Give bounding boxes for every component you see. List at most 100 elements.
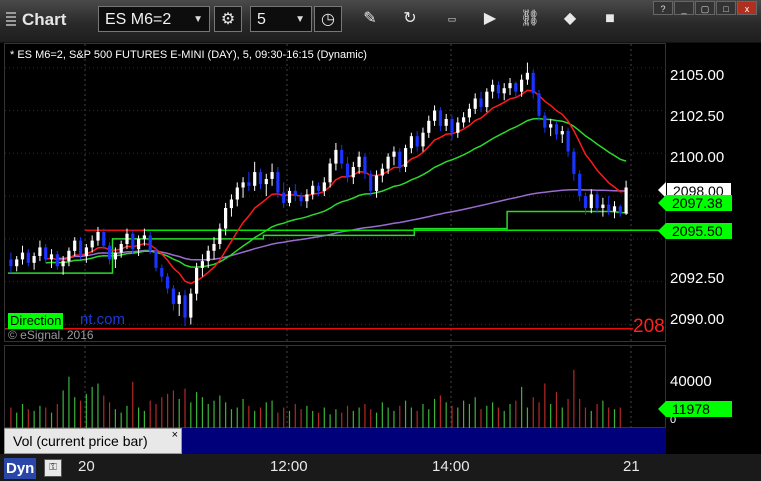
- candle-body: [380, 168, 384, 176]
- level-price-tag: 2095.50: [666, 223, 732, 239]
- candle-body: [444, 119, 448, 126]
- candle-body: [299, 196, 303, 202]
- tag-button[interactable]: ◆: [556, 6, 584, 32]
- candle-body: [282, 192, 286, 203]
- candle-body: [20, 252, 25, 260]
- close-button[interactable]: x: [737, 1, 757, 15]
- maximize-icon: □: [723, 4, 729, 14]
- candle-body: [224, 208, 228, 229]
- candle-body: [258, 172, 263, 185]
- candle-body: [61, 261, 65, 267]
- chart-window: Chart ES M6=2 ▼ ⚙ 5 ▼ ◷ ✎ ↻ ▭ ▶ ⛓ ◆ ■ ? …: [0, 0, 761, 481]
- volume-study-label[interactable]: Vol (current price bar) ×: [4, 428, 182, 454]
- time-axis[interactable]: [0, 454, 761, 481]
- candle-body: [345, 163, 350, 178]
- pencil-icon: ✎: [363, 10, 377, 27]
- candle-body: [119, 244, 123, 253]
- candle-body: [67, 250, 71, 262]
- clock-icon: ◷: [321, 11, 335, 28]
- draw-button[interactable]: ✎: [356, 6, 384, 32]
- time-tick-label: 21: [623, 458, 640, 475]
- ma-price-arrow-icon: [658, 195, 666, 211]
- candle-body: [549, 124, 553, 128]
- play-button[interactable]: ▶: [476, 6, 504, 32]
- get-button[interactable]: ▭: [438, 6, 466, 32]
- time-tick-label: 12:00: [270, 458, 308, 475]
- volume-panel[interactable]: [4, 345, 667, 429]
- chart-description: * ES M6=2, S&P 500 FUTURES E-MINI (DAY),…: [10, 49, 367, 61]
- candle-body: [102, 232, 106, 246]
- candle-body: [537, 93, 541, 116]
- interval-dropdown[interactable]: 5 ▼: [250, 6, 312, 32]
- candle-body: [142, 235, 146, 239]
- lock-icon[interactable]: ⚿: [44, 459, 62, 477]
- window-title-text: Chart: [22, 10, 67, 29]
- price-panel[interactable]: [4, 43, 667, 343]
- candle-body: [415, 136, 419, 147]
- candle-body: [200, 261, 204, 268]
- play-icon: ▶: [483, 10, 497, 27]
- minimize-button[interactable]: _: [674, 1, 694, 15]
- maximize-button[interactable]: □: [716, 1, 736, 15]
- price-tick-label: 2102.50: [670, 108, 725, 125]
- minimize-icon: _: [681, 4, 687, 14]
- stepped-level-line: [8, 210, 629, 274]
- candle-body: [404, 148, 408, 167]
- candle-body: [229, 199, 233, 209]
- time-button[interactable]: ◷: [314, 6, 342, 32]
- candle-body: [491, 84, 495, 92]
- level-arrow-icon: [658, 223, 666, 239]
- candle-body: [427, 120, 431, 133]
- candle-body: [456, 122, 460, 133]
- link-icon: ⛓: [519, 10, 541, 27]
- candle-body: [131, 233, 135, 250]
- candle-body: [108, 245, 112, 260]
- candle-body: [578, 173, 582, 197]
- candle-body: [9, 259, 13, 267]
- candle-body: [49, 254, 54, 260]
- refresh-button[interactable]: ↻: [396, 6, 424, 32]
- toolbar: Chart ES M6=2 ▼ ⚙ 5 ▼ ◷ ✎ ↻ ▭ ▶ ⛓ ◆ ■ ? …: [0, 0, 761, 43]
- candle-body: [363, 156, 367, 174]
- restore-button[interactable]: ▢: [695, 1, 715, 15]
- drag-grip-icon[interactable]: [6, 12, 16, 26]
- candle-body: [601, 204, 605, 208]
- dynamic-label: Dyn: [4, 458, 37, 479]
- candle-body: [462, 117, 466, 123]
- chevron-down-icon: ▼: [295, 14, 305, 25]
- price-chart[interactable]: [5, 44, 667, 343]
- candle-body: [32, 256, 36, 263]
- settings-button[interactable]: ⚙: [214, 6, 242, 32]
- candle-body: [496, 84, 500, 94]
- candle-body: [618, 206, 622, 214]
- candle-body: [90, 240, 94, 248]
- candle-body: [520, 79, 524, 92]
- interval-value: 5: [257, 11, 266, 28]
- volume-chart[interactable]: [5, 346, 667, 429]
- candle-body: [485, 91, 489, 108]
- link-button[interactable]: ⛓: [516, 6, 544, 32]
- candle-body: [276, 172, 280, 193]
- candle-body: [84, 247, 88, 256]
- candle-body: [15, 259, 19, 267]
- candle-body: [235, 187, 239, 200]
- candle-body: [433, 110, 437, 121]
- candle-body: [560, 131, 564, 135]
- candle-body: [473, 98, 477, 109]
- candle-body: [421, 132, 425, 147]
- candle-body: [264, 179, 268, 185]
- symbol-dropdown[interactable]: ES M6=2 ▼: [98, 6, 210, 32]
- direction-label: Direction: [8, 313, 64, 329]
- close-study-icon[interactable]: ×: [172, 423, 178, 447]
- time-tick-label: 20: [78, 458, 95, 475]
- candle-body: [189, 293, 193, 318]
- volume-arrow-icon: [658, 401, 666, 417]
- help-button[interactable]: ?: [653, 1, 673, 15]
- snapshot-button[interactable]: ■: [596, 6, 624, 32]
- candle-body: [55, 254, 59, 267]
- candle-body: [583, 196, 588, 209]
- volume-tick-label: 40000: [670, 373, 712, 390]
- candle-body: [195, 268, 199, 294]
- candle-body: [467, 108, 471, 118]
- candle-body: [392, 151, 396, 157]
